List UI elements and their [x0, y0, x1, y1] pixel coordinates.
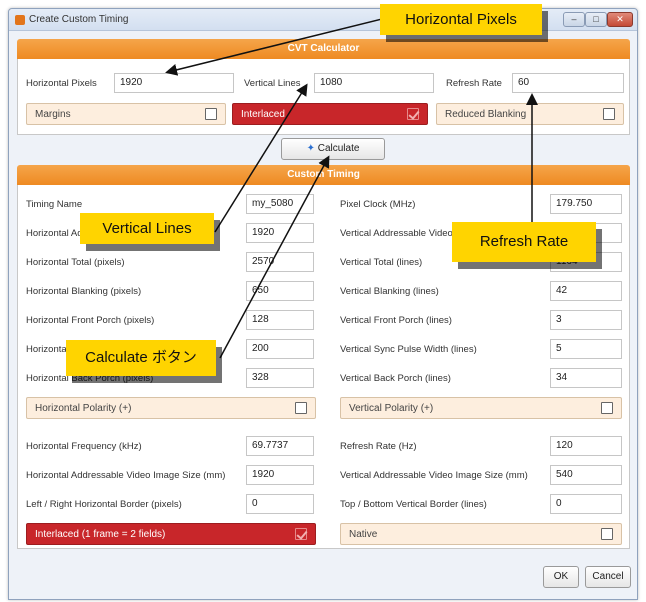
horizontal-addressable-input[interactable]: 1920 — [246, 223, 314, 243]
vertical-sync-pulse-label: Vertical Sync Pulse Width (lines) — [340, 344, 477, 355]
refresh-rate-label: Refresh Rate — [446, 78, 502, 89]
margins-label: Margins — [35, 109, 71, 120]
horizontal-pixels-label: Horizontal Pixels — [26, 78, 97, 89]
horizontal-frequency-label: Horizontal Frequency (kHz) — [26, 441, 142, 452]
vertical-back-porch-label: Vertical Back Porch (lines) — [340, 373, 451, 384]
minimize-button[interactable]: – — [563, 12, 585, 27]
cvt-calculator-panel: Horizontal Pixels 1920 Vertical Lines 10… — [17, 59, 630, 135]
calculate-button-label: Calculate — [317, 143, 360, 154]
horizontal-front-porch-label: Horizontal Front Porch (pixels) — [26, 315, 155, 326]
close-button[interactable]: ✕ — [607, 12, 633, 27]
vertical-blanking-input[interactable]: 42 — [550, 281, 622, 301]
pixel-clock-input[interactable]: 179.750 — [550, 194, 622, 214]
interlaced-label: Interlaced — [241, 109, 285, 120]
horizontal-polarity-toggle[interactable]: Horizontal Polarity (+) — [26, 397, 316, 419]
window-title: Create Custom Timing — [29, 14, 129, 25]
cvt-calculator-header: CVT Calculator — [17, 39, 630, 59]
vertical-total-label: Vertical Total (lines) — [340, 257, 423, 268]
vertical-image-size-input[interactable]: 540 — [550, 465, 622, 485]
callout-vertical-lines: Vertical Lines — [80, 213, 214, 244]
vertical-border-input[interactable]: 0 — [550, 494, 622, 514]
margins-toggle[interactable]: Margins — [26, 103, 226, 125]
reduced-blanking-toggle[interactable]: Reduced Blanking — [436, 103, 624, 125]
horizontal-polarity-label: Horizontal Polarity (+) — [35, 403, 132, 414]
custom-timing-header: Custom Timing — [17, 165, 630, 185]
calculate-icon: ✦ — [306, 143, 315, 154]
vertical-image-size-label: Vertical Addressable Video Image Size (m… — [340, 470, 528, 481]
horizontal-border-input[interactable]: 0 — [246, 494, 314, 514]
vertical-polarity-label: Vertical Polarity (+) — [349, 403, 434, 414]
vertical-addressable-label: Vertical Addressable Video — [340, 228, 453, 239]
reduced-blanking-label: Reduced Blanking — [445, 109, 527, 120]
native-checkbox[interactable] — [601, 528, 613, 540]
interlaced-toggle[interactable]: Interlaced — [232, 103, 428, 125]
vertical-lines-label: Vertical Lines — [244, 78, 301, 89]
interlaced-checkbox[interactable] — [407, 108, 419, 120]
vertical-sync-pulse-input[interactable]: 5 — [550, 339, 622, 359]
callout-horizontal-pixels: Horizontal Pixels — [380, 4, 542, 35]
horizontal-sync-pulse-input[interactable]: 200 — [246, 339, 314, 359]
horizontal-polarity-checkbox[interactable] — [295, 402, 307, 414]
pixel-clock-label: Pixel Clock (MHz) — [340, 199, 416, 210]
horizontal-blanking-input[interactable]: 650 — [246, 281, 314, 301]
app-icon — [15, 15, 25, 25]
vertical-lines-input[interactable]: 1080 — [314, 73, 434, 93]
refresh-rate-hz-input[interactable]: 120 — [550, 436, 622, 456]
native-toggle[interactable]: Native — [340, 523, 622, 545]
maximize-button[interactable]: □ — [585, 12, 607, 27]
callout-calculate-button: Calculate ボタン — [66, 340, 216, 376]
horizontal-pixels-input[interactable]: 1920 — [114, 73, 234, 93]
vertical-front-porch-input[interactable]: 3 — [550, 310, 622, 330]
vertical-back-porch-input[interactable]: 34 — [550, 368, 622, 388]
title-bar: Create Custom Timing – □ ✕ — [9, 9, 637, 31]
horizontal-image-size-label: Horizontal Addressable Video Image Size … — [26, 470, 226, 481]
cancel-button[interactable]: Cancel — [585, 566, 631, 588]
horizontal-total-label: Horizontal Total (pixels) — [26, 257, 125, 268]
interlaced-fields-toggle[interactable]: Interlaced (1 frame = 2 fields) — [26, 523, 316, 545]
create-custom-timing-dialog: Create Custom Timing – □ ✕ CVT Calculato… — [8, 8, 638, 600]
refresh-rate-hz-label: Refresh Rate (Hz) — [340, 441, 417, 452]
reduced-blanking-checkbox[interactable] — [603, 108, 615, 120]
horizontal-front-porch-input[interactable]: 128 — [246, 310, 314, 330]
vertical-polarity-toggle[interactable]: Vertical Polarity (+) — [340, 397, 622, 419]
horizontal-border-label: Left / Right Horizontal Border (pixels) — [26, 499, 182, 510]
interlaced-fields-label: Interlaced (1 frame = 2 fields) — [35, 529, 166, 540]
native-label: Native — [349, 529, 378, 540]
vertical-blanking-label: Vertical Blanking (lines) — [340, 286, 439, 297]
horizontal-back-porch-input[interactable]: 328 — [246, 368, 314, 388]
calculate-button[interactable]: ✦ Calculate — [281, 138, 385, 160]
vertical-polarity-checkbox[interactable] — [601, 402, 613, 414]
vertical-border-label: Top / Bottom Vertical Border (lines) — [340, 499, 487, 510]
horizontal-image-size-input[interactable]: 1920 — [246, 465, 314, 485]
callout-refresh-rate: Refresh Rate — [452, 222, 596, 262]
horizontal-blanking-label: Horizontal Blanking (pixels) — [26, 286, 142, 297]
horizontal-total-input[interactable]: 2570 — [246, 252, 314, 272]
vertical-front-porch-label: Vertical Front Porch (lines) — [340, 315, 452, 326]
refresh-rate-input[interactable]: 60 — [512, 73, 624, 93]
margins-checkbox[interactable] — [205, 108, 217, 120]
ok-button[interactable]: OK — [543, 566, 579, 588]
horizontal-frequency-input[interactable]: 69.7737 — [246, 436, 314, 456]
interlaced-fields-checkbox[interactable] — [295, 528, 307, 540]
timing-name-label: Timing Name — [26, 199, 83, 210]
timing-name-input[interactable]: my_5080 — [246, 194, 314, 214]
